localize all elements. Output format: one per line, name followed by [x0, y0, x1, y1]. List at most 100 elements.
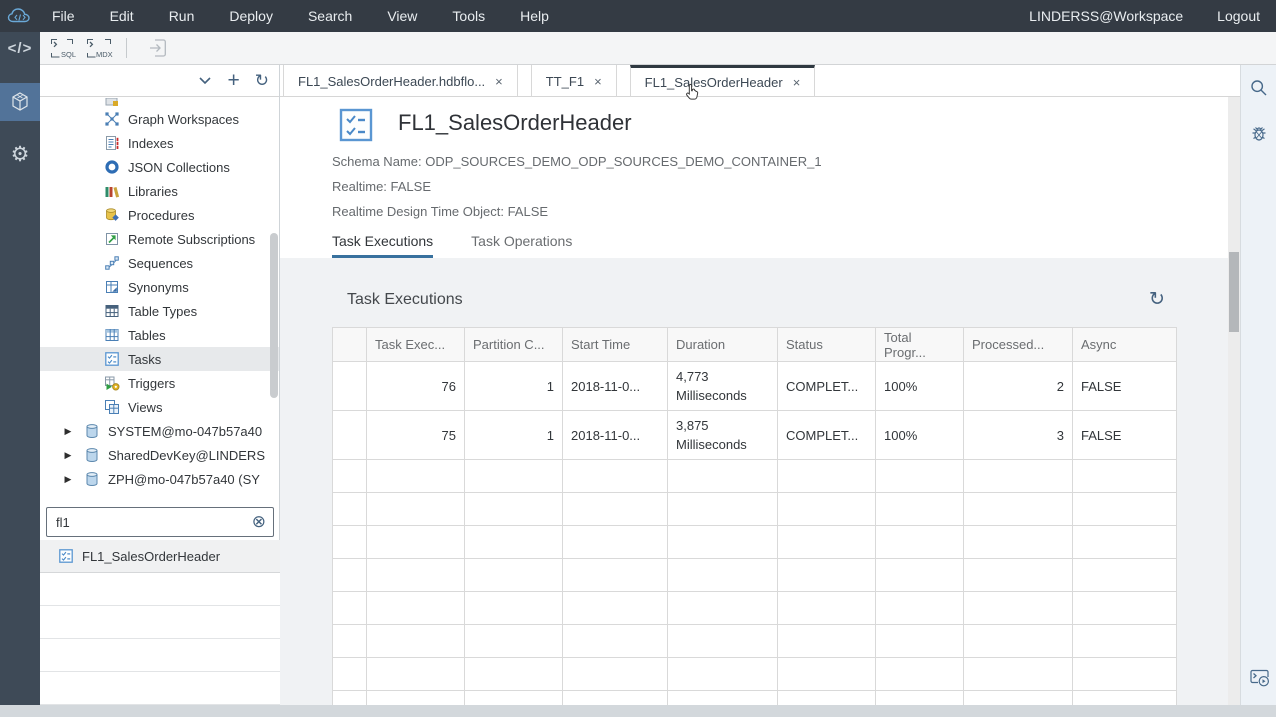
- tree-item-graph-workspaces[interactable]: Graph Workspaces: [40, 107, 279, 131]
- task-executions-table: Task Exec...Partition C...Start TimeDura…: [332, 327, 1177, 705]
- task-document-icon: [339, 108, 373, 147]
- menu-tools[interactable]: Tools: [440, 8, 497, 24]
- code-editor-icon[interactable]: </>: [0, 32, 40, 65]
- right-toolbar: [1240, 65, 1276, 705]
- column-header-selector[interactable]: [333, 328, 367, 362]
- menu-file[interactable]: File: [40, 8, 87, 24]
- column-header-async[interactable]: Async: [1073, 328, 1177, 362]
- menu-help[interactable]: Help: [508, 8, 561, 24]
- close-tab-icon[interactable]: ×: [793, 75, 801, 90]
- tree-item-label: Procedures: [128, 208, 194, 223]
- refresh-executions-icon[interactable]: ↻: [1149, 288, 1165, 311]
- menu-deploy[interactable]: Deploy: [217, 8, 285, 24]
- expand-arrow-icon[interactable]: ▶: [60, 474, 76, 485]
- table-types-icon: [104, 303, 120, 319]
- tree-item-indexes[interactable]: Indexes: [40, 131, 279, 155]
- menu-edit[interactable]: Edit: [98, 8, 146, 24]
- table-cell: 75: [367, 411, 465, 460]
- doc-tab-task-operations[interactable]: Task Operations: [471, 233, 572, 258]
- column-header-duration[interactable]: Duration: [668, 328, 778, 362]
- sequences-icon: [104, 255, 120, 271]
- tasks-icon: [104, 351, 120, 367]
- object-search-input[interactable]: [46, 507, 274, 537]
- expand-arrow-icon[interactable]: ▶: [60, 450, 76, 461]
- tree-item-remote-subscriptions[interactable]: Remote Subscriptions: [40, 227, 279, 251]
- tree-item-label: Graph Workspaces: [128, 112, 239, 127]
- editor-tab-label: FL1_SalesOrderHeader.hdbflo...: [298, 74, 485, 89]
- import-file-icon[interactable]: [147, 37, 169, 59]
- table-cell: [333, 362, 367, 411]
- tree-item-table-types[interactable]: Table Types: [40, 299, 279, 323]
- tree-item-shareddevkey-linders[interactable]: ▶SharedDevKey@LINDERS: [40, 443, 279, 467]
- close-tab-icon[interactable]: ×: [594, 74, 602, 89]
- tree-item-system-mo-047b57a40[interactable]: ▶SYSTEM@mo-047b57a40: [40, 419, 279, 443]
- doc-tab-task-executions[interactable]: Task Executions: [332, 233, 433, 258]
- open-sql-console-icon[interactable]: SQL: [50, 38, 76, 59]
- tree-item-label: Table Types: [128, 304, 197, 319]
- expand-arrow-icon[interactable]: ▶: [60, 426, 76, 437]
- tree-item-label: Triggers: [128, 376, 175, 391]
- tree-item-label: ZPH@mo-047b57a40 (SY: [108, 472, 260, 487]
- editor-tab-fl1-salesorderheader[interactable]: FL1_SalesOrderHeader×: [630, 65, 816, 97]
- refresh-icon[interactable]: ↻: [255, 71, 269, 91]
- tree-item-json-collections[interactable]: JSON Collections: [40, 155, 279, 179]
- tree-item-tables[interactable]: Tables: [40, 323, 279, 347]
- tree-scrollbar-thumb[interactable]: [270, 233, 278, 398]
- table-cell: 4,773 Milliseconds: [668, 362, 778, 411]
- table-cell: 1: [465, 362, 563, 411]
- tree-item-tasks[interactable]: Tasks: [40, 347, 279, 371]
- close-tab-icon[interactable]: ×: [495, 74, 503, 89]
- search-result-item[interactable]: FL1_SalesOrderHeader: [40, 540, 280, 573]
- tree-item-procedures[interactable]: Procedures: [40, 203, 279, 227]
- column-header-partition-c-[interactable]: Partition C...: [465, 328, 563, 362]
- clear-search-icon[interactable]: ⊗: [252, 513, 266, 530]
- tree-item-label: Libraries: [128, 184, 178, 199]
- document-tabs: Task Executions Task Operations: [332, 233, 610, 258]
- table-row[interactable]: 7612018-11-0...4,773 MillisecondsCOMPLET…: [333, 362, 1177, 411]
- editor-tab-label: TT_F1: [546, 74, 584, 89]
- main-scrollbar-track[interactable]: [1228, 97, 1240, 705]
- column-header-task-exec-[interactable]: Task Exec...: [367, 328, 465, 362]
- tree-item-views[interactable]: Views: [40, 395, 279, 419]
- column-header-start-time[interactable]: Start Time: [563, 328, 668, 362]
- table-cell: 2018-11-0...: [563, 411, 668, 460]
- settings-gear-icon[interactable]: ⚙: [0, 135, 40, 173]
- menu-run[interactable]: Run: [157, 8, 207, 24]
- column-header-status[interactable]: Status: [778, 328, 876, 362]
- editor-tab-fl1-salesorderheader-hdbflo-[interactable]: FL1_SalesOrderHeader.hdbflo... ×: [283, 65, 518, 97]
- svg-text:MDX: MDX: [96, 50, 113, 59]
- table-cell: [333, 411, 367, 460]
- page-title: FL1_SalesOrderHeader: [398, 110, 632, 136]
- task-executions-panel: Task Executions ↻ Task Exec...Partition …: [280, 258, 1228, 705]
- search-icon[interactable]: [1249, 78, 1269, 98]
- column-header-processed-[interactable]: Processed...: [964, 328, 1073, 362]
- tree-item-synonyms[interactable]: Synonyms: [40, 275, 279, 299]
- empty-list-row: [40, 672, 280, 705]
- tree-item-triggers[interactable]: Triggers: [40, 371, 279, 395]
- debug-bug-icon[interactable]: [1249, 123, 1269, 143]
- main-scrollbar-thumb[interactable]: [1229, 252, 1239, 332]
- logout-button[interactable]: Logout: [1217, 8, 1260, 24]
- table-row[interactable]: 7512018-11-0...3,875 MillisecondsCOMPLET…: [333, 411, 1177, 460]
- chevron-down-icon[interactable]: [198, 76, 212, 85]
- editor-tab-tt-f1[interactable]: TT_F1 ×: [531, 65, 617, 97]
- triggers-icon: [104, 375, 120, 391]
- tree-item-label: Synonyms: [128, 280, 189, 295]
- menu-view[interactable]: View: [375, 8, 429, 24]
- tree-item-label: Sequences: [128, 256, 193, 271]
- tree-item-libraries[interactable]: Libraries: [40, 179, 279, 203]
- column-header-total-progr-[interactable]: Total Progr...: [876, 328, 964, 362]
- tree-item-sequences[interactable]: Sequences: [40, 251, 279, 275]
- indexes-icon: [104, 135, 120, 151]
- open-mdx-console-icon[interactable]: MDX: [86, 38, 114, 59]
- json-collections-icon: [104, 159, 120, 175]
- menu-search[interactable]: Search: [296, 8, 364, 24]
- database-explorer-icon[interactable]: [0, 83, 40, 121]
- search-results-list: FL1_SalesOrderHeader: [40, 540, 280, 705]
- add-icon[interactable]: +: [227, 69, 239, 93]
- console-run-icon[interactable]: [1249, 668, 1271, 688]
- table-cell: 2: [964, 362, 1073, 411]
- tables-icon: [104, 327, 120, 343]
- editor-area: FL1_SalesOrderHeader.hdbflo...×TT_F1×FL1…: [280, 65, 1240, 705]
- tree-item-zph-mo-047b57a40-sy[interactable]: ▶ ZPH@mo-047b57a40 (SY: [40, 467, 279, 491]
